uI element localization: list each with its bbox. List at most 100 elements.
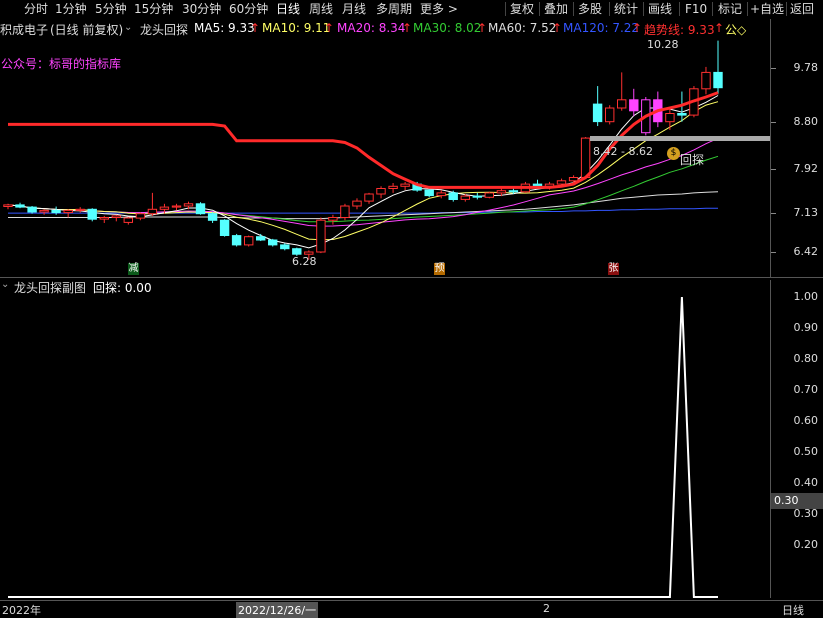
range-bar (590, 136, 770, 141)
sub-tick: 0.80 (793, 352, 819, 365)
candle-body (147, 208, 158, 215)
sub-tick: 1.00 (793, 290, 819, 303)
candle-body (605, 107, 615, 123)
candle-body (460, 195, 471, 200)
ma120-value: MA120: 7.22 (563, 21, 640, 35)
tick-mark (771, 68, 776, 69)
candle-body (472, 195, 483, 198)
tab-multi-period[interactable]: 多周期 (376, 1, 412, 17)
tab-60min[interactable]: 60分钟 (229, 1, 268, 17)
candle-body (51, 209, 61, 214)
toolbar-divider (712, 2, 713, 16)
toolbar-divider (786, 2, 787, 16)
pane-divider[interactable] (0, 277, 823, 278)
toolbar-divider (679, 2, 680, 16)
pullback-label: 回探 (680, 153, 705, 167)
period-toolbar: 分时 1分钟 5分钟 15分钟 30分钟 60分钟 日线 周线 月线 多周期 更… (0, 0, 823, 18)
candle-body (340, 205, 350, 218)
sub-tick: 0.50 (793, 445, 819, 458)
sub-tick: 0.90 (793, 321, 819, 334)
f10-button[interactable]: F10 (685, 1, 707, 17)
price-tick: 8.80 (793, 115, 819, 128)
candle-body (352, 200, 362, 207)
candle-body (15, 204, 25, 208)
candle-body (195, 203, 206, 215)
cursor-date-label: 2022/12/26/一 (236, 602, 319, 618)
toolbar-divider (573, 2, 574, 16)
pre-marker: 预 (434, 263, 445, 275)
stats-button[interactable]: 统计 (614, 1, 638, 17)
candle-body (556, 180, 567, 185)
tick-mark (771, 169, 776, 170)
candle-body (3, 204, 13, 207)
tab-weekly[interactable]: 周线 (309, 1, 333, 17)
up-arrow-icon: ↑ (250, 21, 261, 35)
candle-body (713, 71, 723, 89)
kline-svg (3, 40, 723, 260)
candle-body (592, 103, 603, 123)
range-label: 8.42 - 8.62 (593, 145, 653, 158)
candle-body (207, 213, 218, 221)
up-arrow-icon: ↑ (402, 21, 413, 35)
tab-15min[interactable]: 15分钟 (134, 1, 173, 17)
kline-chart[interactable] (0, 36, 770, 276)
back-button[interactable]: 返回 (790, 1, 814, 17)
year-label: 2022年 (2, 604, 41, 617)
tab-1min[interactable]: 1分钟 (55, 1, 87, 17)
sub-indicator-chart[interactable] (0, 295, 770, 598)
tab-daily[interactable]: 日线 (276, 1, 300, 17)
sub-indicator-axis: 1.00 0.90 0.80 0.70 0.60 0.50 0.40 0.30 … (770, 280, 823, 598)
candle-body (617, 99, 627, 109)
candle-body (231, 235, 242, 246)
toolbar-divider (505, 2, 506, 16)
candle-body (436, 192, 446, 197)
period-label: 日线 (782, 604, 804, 617)
date-tick: 2 (543, 602, 550, 615)
candle-body (496, 190, 507, 194)
low-price-label: 6.28 (292, 255, 317, 268)
tick-mark (771, 252, 776, 253)
candle-body (111, 215, 121, 218)
indicator-header: 积成电子 (日线 前复权) ⌄ 龙头回探 MA5: 9.33 ↑ MA10: 9… (0, 19, 770, 37)
up-arrow-icon: ↑ (324, 21, 335, 35)
tab-fenshi[interactable]: 分时 (24, 1, 48, 17)
candle-body (364, 193, 374, 202)
high-price-label: 10.28 (647, 38, 679, 51)
tab-more[interactable]: 更多 > (420, 1, 458, 17)
price-tick: 7.92 (793, 162, 819, 175)
candle-body (135, 213, 146, 219)
sub-indicator-svg (8, 296, 718, 598)
draw-line-button[interactable]: 画线 (648, 1, 672, 17)
add-watchlist-button[interactable]: +自选 (750, 1, 784, 17)
chevron-down-icon[interactable]: ⌄ (124, 22, 132, 33)
candle-body (316, 219, 326, 253)
overlay-button[interactable]: 叠加 (544, 1, 568, 17)
ma20-value: MA20: 8.34 (337, 21, 406, 35)
sub-tick: 0.40 (793, 476, 819, 489)
fuquan-button[interactable]: 复权 (510, 1, 534, 17)
candle-body (244, 236, 254, 246)
candle-body (400, 183, 410, 187)
price-tick: 6.42 (793, 245, 819, 258)
mark-button[interactable]: 标记 (718, 1, 742, 17)
chevron-down-icon[interactable]: ⌄ (1, 279, 9, 290)
candle-body (219, 219, 230, 236)
tab-monthly[interactable]: 月线 (342, 1, 366, 17)
candle-body (256, 236, 266, 241)
multi-stock-button[interactable]: 多股 (578, 1, 602, 17)
ma5-value: MA5: 9.33 (194, 21, 255, 35)
tab-5min[interactable]: 5分钟 (95, 1, 127, 17)
ma10-value: MA10: 9.11 (262, 21, 331, 35)
ma60-value: MA60: 7.52 (488, 21, 557, 35)
candle-body (159, 206, 170, 210)
sub-indicator-title[interactable]: 龙头回探副图 (14, 279, 86, 296)
candle-body (580, 137, 591, 178)
date-axis: 2022年 2022/12/26/一 2 日线 (0, 600, 823, 618)
tick-mark (771, 213, 776, 214)
sub-tick: 0.60 (793, 414, 819, 427)
price-axis: 9.78 8.80 7.92 7.13 6.42 (770, 19, 823, 277)
candle-body (376, 188, 386, 195)
toolbar-divider (643, 2, 644, 16)
sub-tick: 0.70 (793, 383, 819, 396)
tab-30min[interactable]: 30分钟 (182, 1, 221, 17)
